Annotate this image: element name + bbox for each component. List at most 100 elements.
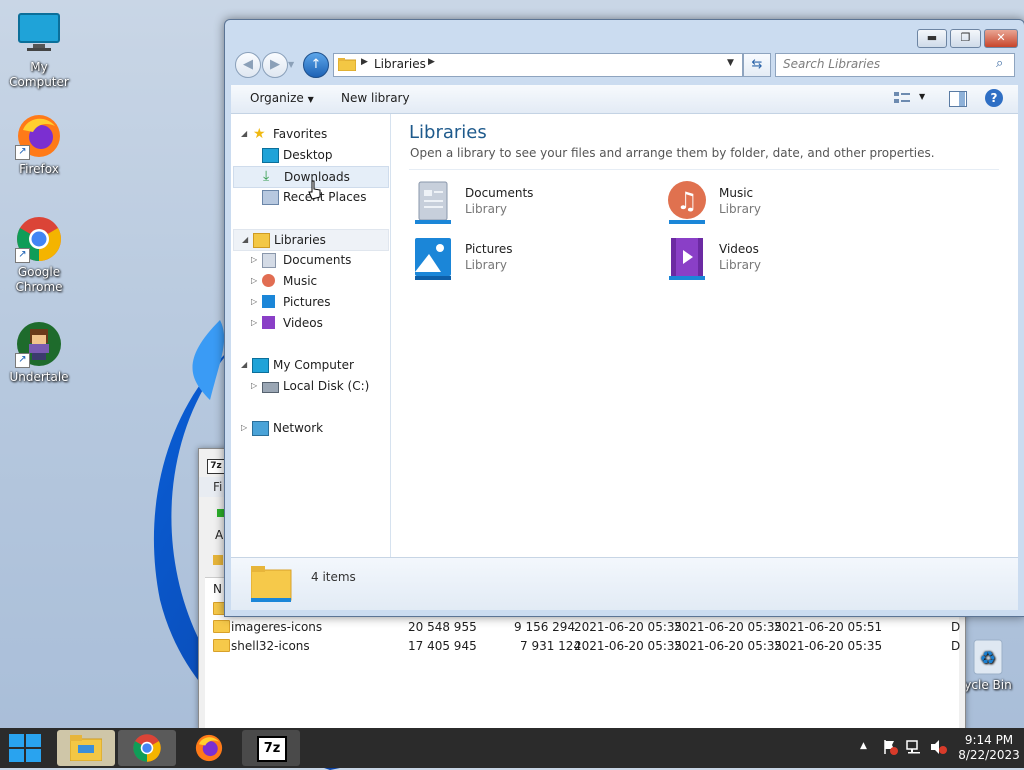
details-pane: 4 items <box>231 557 1018 610</box>
search-box[interactable]: Search Libraries ⌕ <box>775 53 1015 77</box>
library-name: Documents <box>465 186 534 200</box>
desktop-icon-label: Firefox <box>19 162 59 176</box>
minimize-button[interactable]: ▬ <box>917 29 947 48</box>
chevron-down-icon: ▼ <box>919 92 926 101</box>
expand-icon[interactable]: ◢ <box>241 124 247 144</box>
expand-icon[interactable]: ▷ <box>251 313 257 333</box>
taskbar-file-explorer[interactable] <box>57 730 115 766</box>
desktop-icon <box>262 148 279 163</box>
change-view-button[interactable]: ▼ <box>893 90 925 108</box>
cell-packed: 7 931 124 <box>520 639 582 653</box>
preview-pane-button[interactable] <box>949 91 967 107</box>
refresh-button[interactable]: ⇆ <box>743 53 771 77</box>
search-icon[interactable]: ⌕ <box>996 56 1003 71</box>
hand-cursor-icon <box>308 180 321 200</box>
library-name: Music <box>719 186 754 200</box>
nav-music[interactable]: ▷ Music <box>231 271 389 291</box>
desktop-icon-my-computer[interactable]: My Computer <box>0 10 78 90</box>
zip-column-name[interactable]: N <box>213 582 222 596</box>
library-documents[interactable]: Documents Library <box>411 180 651 230</box>
address-bar[interactable]: ▶ Libraries ▶ ▼ <box>333 53 743 77</box>
nav-desktop[interactable]: Desktop <box>231 145 389 165</box>
close-button[interactable]: ✕ <box>984 29 1018 48</box>
up-button[interactable]: ↑ <box>303 52 329 78</box>
nav-documents[interactable]: ▷ Documents <box>231 250 389 270</box>
explorer-window[interactable]: ▬ ❐ ✕ ◀ ▶ ▼ ↑ ▶ Libraries ▶ ▼ ⇆ Search L… <box>224 19 1024 617</box>
monitor-icon <box>15 10 63 58</box>
address-dropdown-icon[interactable]: ▼ <box>727 58 734 68</box>
taskbar-firefox[interactable] <box>180 730 238 766</box>
show-hidden-icons-button[interactable]: ▲ <box>860 741 867 751</box>
nav-network[interactable]: ▷ Network <box>231 418 389 438</box>
nav-favorites[interactable]: ◢ ★ Favorites <box>231 124 389 144</box>
expand-icon[interactable]: ▷ <box>251 376 257 396</box>
library-videos[interactable]: Videos Library <box>665 236 905 286</box>
expand-icon[interactable]: ▷ <box>251 271 257 291</box>
taskbar-chrome[interactable] <box>118 730 176 766</box>
desktop-icon-undertale[interactable]: ↗ Undertale <box>0 320 78 385</box>
zip-up-folder-icon[interactable] <box>213 555 223 565</box>
nav-local-disk[interactable]: ▷ Local Disk (C:) <box>231 376 389 396</box>
nav-label: My Computer <box>273 358 354 372</box>
recent-pages-dropdown[interactable]: ▼ <box>288 60 294 69</box>
nav-pictures[interactable]: ▷ Pictures <box>231 292 389 312</box>
network-status-icon[interactable] <box>906 739 922 758</box>
breadcrumb-libraries[interactable]: Libraries <box>374 57 426 71</box>
clock[interactable]: 9:14 PM 8/22/2023 <box>958 733 1020 763</box>
firefox-icon: ↗ <box>15 112 63 160</box>
nav-label: Music <box>283 274 318 288</box>
star-icon: ★ <box>253 126 266 142</box>
action-center-flag-icon[interactable] <box>882 739 898 755</box>
breadcrumb-chevron-icon[interactable]: ▶ <box>428 57 435 67</box>
search-input[interactable]: Search Libraries <box>783 57 880 71</box>
pictures-icon <box>415 238 451 280</box>
organize-button[interactable]: Organize ▼ <box>250 91 314 105</box>
cell-created: 2021-06-20 05:35 <box>674 620 783 634</box>
zip-app-badge: 7z <box>210 461 222 471</box>
shortcut-arrow-icon: ↗ <box>15 353 30 368</box>
monitor-icon <box>252 358 269 373</box>
expand-icon[interactable]: ▷ <box>241 418 247 438</box>
chrome-icon: ↗ <box>15 215 63 263</box>
volume-muted-icon[interactable] <box>930 739 948 758</box>
zip-toolbar-label: A <box>215 528 224 542</box>
clock-date: 8/22/2023 <box>958 748 1020 762</box>
view-icon <box>894 92 910 103</box>
library-music[interactable]: ♫ Music Library <box>665 180 905 230</box>
desktop-icon-firefox[interactable]: ↗ Firefox <box>0 112 78 177</box>
pictures-icon <box>262 295 275 308</box>
clock-time: 9:14 PM <box>964 733 1014 747</box>
shortcut-arrow-icon: ↗ <box>15 248 30 263</box>
firefox-icon <box>195 734 223 762</box>
videos-icon <box>262 316 275 329</box>
help-button[interactable]: ? <box>985 89 1003 107</box>
maximize-button[interactable]: ❐ <box>950 29 981 48</box>
expand-icon[interactable]: ▷ <box>251 250 257 270</box>
svg-text:♫: ♫ <box>676 187 698 215</box>
start-button[interactable] <box>0 730 50 766</box>
expand-icon[interactable]: ▷ <box>251 292 257 312</box>
videos-icon <box>669 238 705 280</box>
content-pane[interactable]: Libraries Open a library to see your fil… <box>391 114 1018 557</box>
cell-accessed: 2021-06-20 05:51 <box>774 620 883 634</box>
zip-menu-file[interactable]: Fi <box>213 480 222 494</box>
expand-icon[interactable]: ◢ <box>241 355 247 375</box>
breadcrumb-separator-icon[interactable]: ▶ <box>361 57 368 67</box>
nav-libraries[interactable]: ◢ Libraries <box>233 229 389 251</box>
forward-button[interactable]: ▶ <box>262 52 288 78</box>
nav-label: Documents <box>283 253 352 267</box>
library-pictures[interactable]: Pictures Library <box>411 236 651 286</box>
windows-logo-icon <box>9 734 41 762</box>
expand-icon[interactable]: ◢ <box>242 230 248 250</box>
cell-name: imageres-icons <box>231 620 323 634</box>
taskbar-7zip[interactable]: 7z <box>242 730 300 766</box>
nav-my-computer[interactable]: ◢ My Computer <box>231 355 389 375</box>
back-button[interactable]: ◀ <box>235 52 261 78</box>
music-icon <box>262 274 275 287</box>
shortcut-arrow-icon: ↗ <box>15 145 30 160</box>
new-library-button[interactable]: New library <box>341 91 410 105</box>
documents-icon <box>415 181 451 224</box>
command-bar: Organize ▼ New library ▼ ? <box>231 85 1018 114</box>
nav-videos[interactable]: ▷ Videos <box>231 313 389 333</box>
desktop-icon-chrome[interactable]: ↗ Google Chrome <box>0 215 78 295</box>
